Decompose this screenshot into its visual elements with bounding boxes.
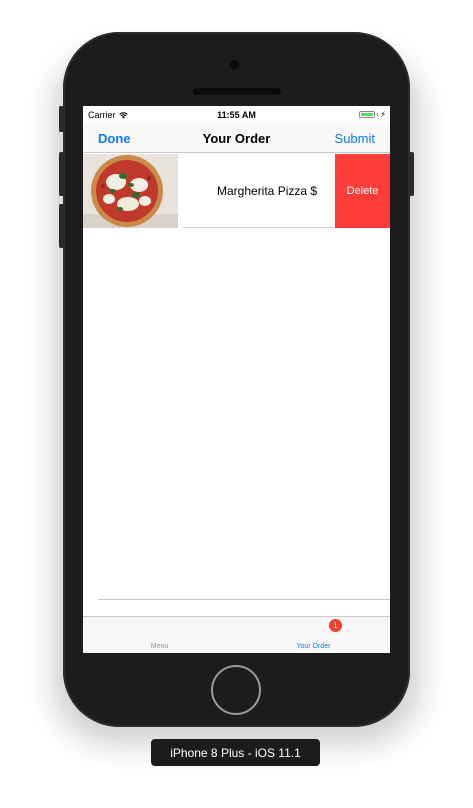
separator-line — [98, 599, 390, 600]
battery-icon — [359, 111, 376, 118]
front-camera — [229, 60, 239, 70]
tab-bar: Menu 1 Your Order — [83, 616, 390, 653]
pizza-image — [83, 154, 178, 228]
earpiece-speaker — [193, 88, 281, 95]
app-screen: Carrier 11:55 AM ⚡ Done Your Order Submi… — [83, 106, 390, 653]
order-item-row[interactable]: Margherita Pizza $ Delete — [83, 154, 390, 228]
status-bar: Carrier 11:55 AM ⚡ — [83, 106, 390, 123]
simulator-device-label: iPhone 8 Plus - iOS 11.1 — [151, 739, 320, 766]
submit-button[interactable]: Submit — [335, 131, 375, 146]
tab-menu[interactable]: Menu — [83, 617, 236, 653]
delete-button[interactable]: Delete — [335, 154, 390, 228]
mute-switch — [59, 106, 64, 132]
tab-your-order-label: Your Order — [296, 643, 331, 650]
navigation-bar: Done Your Order Submit — [83, 123, 390, 153]
tab-menu-label: Menu — [150, 643, 169, 650]
status-time: 11:55 AM — [217, 110, 256, 120]
order-item-cell: Margherita Pizza $ — [183, 154, 335, 228]
charging-bolt-icon: ⚡ — [380, 110, 386, 119]
item-name: Margherita Pizza $ — [217, 184, 318, 198]
tab-your-order[interactable]: 1 Your Order — [237, 617, 390, 653]
order-count-badge: 1 — [329, 619, 342, 632]
home-button[interactable] — [211, 665, 261, 715]
volume-down-button — [59, 204, 64, 248]
power-button — [409, 152, 414, 196]
battery-indicator: ⚡ — [359, 110, 386, 119]
volume-up-button — [59, 152, 64, 196]
